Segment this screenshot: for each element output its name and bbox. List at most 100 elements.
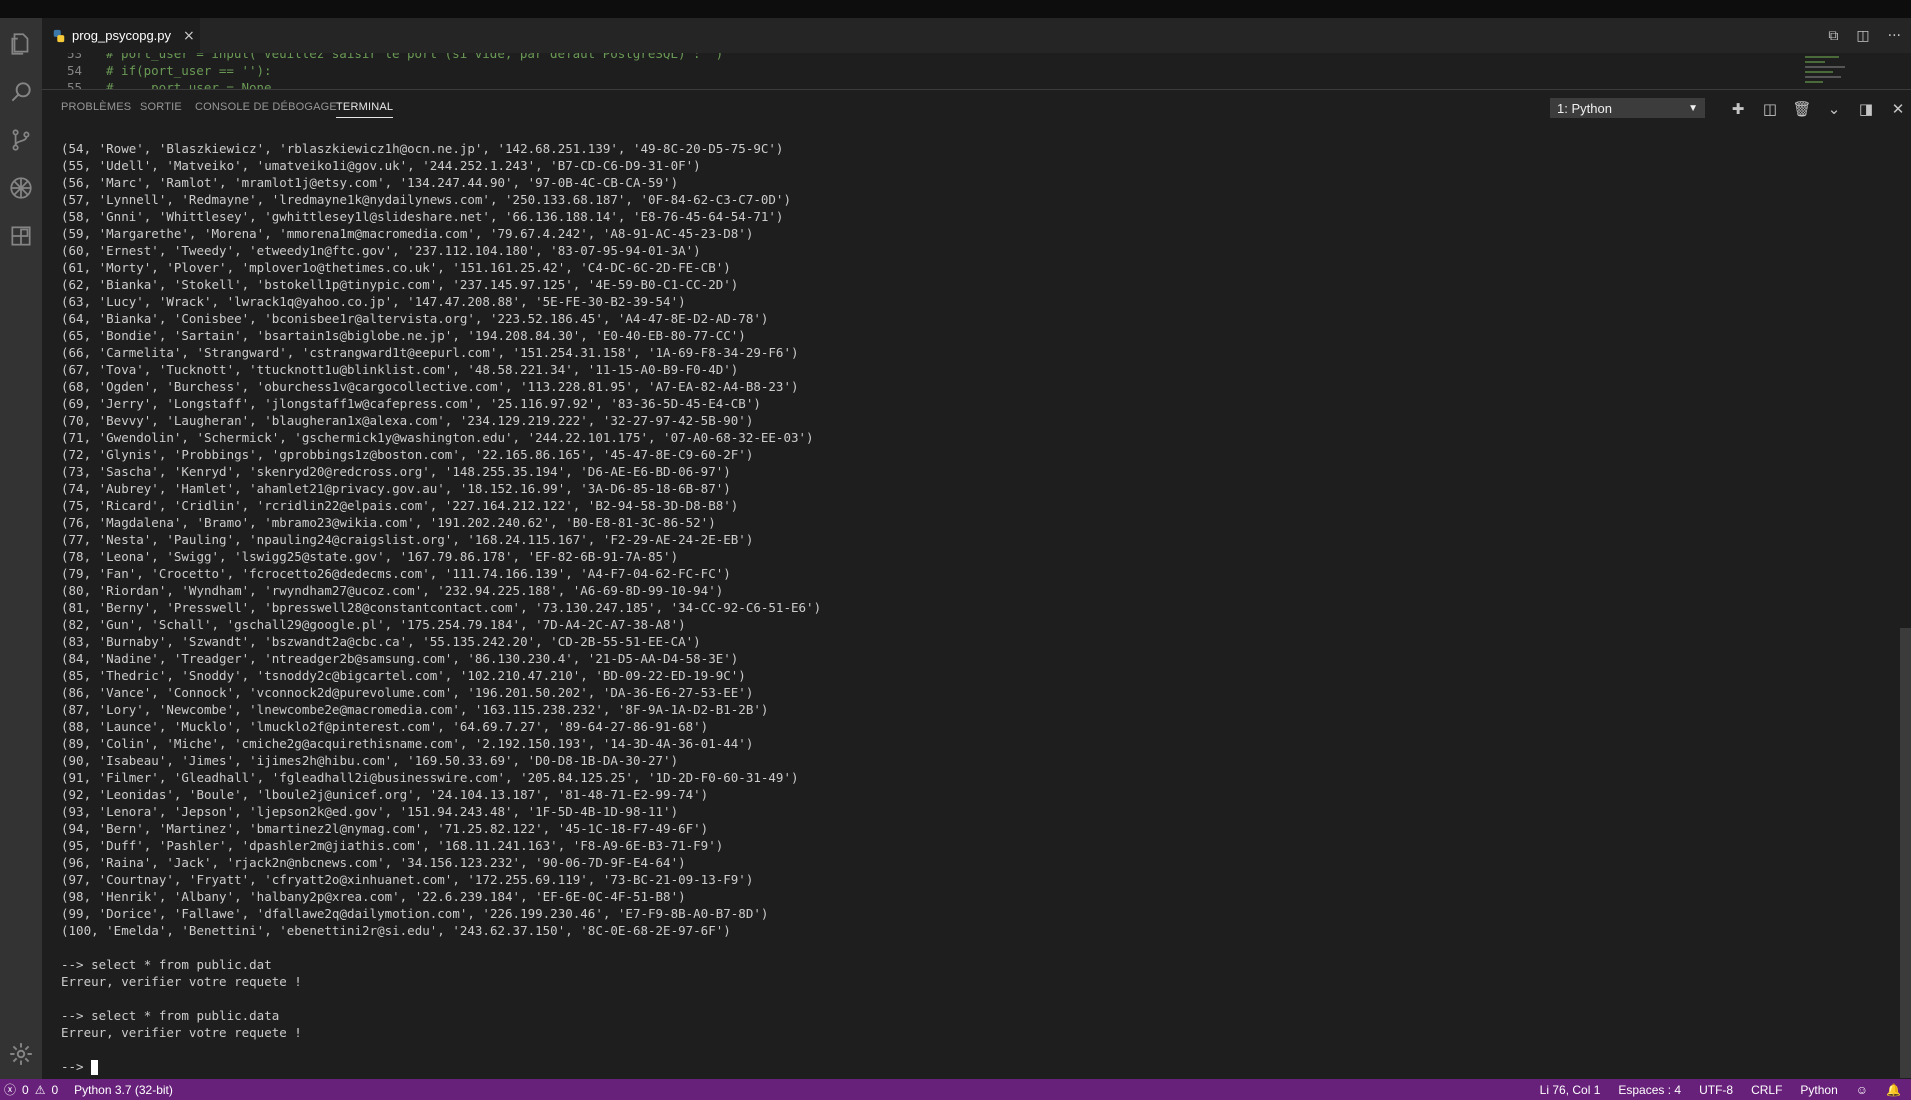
tab-debug-console[interactable]: CONSOLE DE DÉBOGAGE [195,101,337,113]
error-icon[interactable]: ⓧ [4,1081,16,1098]
feedback-icon[interactable]: ☺ [1856,1083,1868,1097]
chevron-down-icon[interactable]: ⌄ [1818,98,1850,120]
terminal-line: (66, 'Carmelita', 'Strangward', 'cstrang… [61,345,799,360]
source-control-icon[interactable] [5,124,37,156]
close-icon[interactable]: × [183,28,195,44]
new-terminal-icon[interactable]: ✚ [1722,98,1754,120]
terminal-line: (77, 'Nesta', 'Pauling', 'npauling24@cra… [61,532,754,547]
terminal-line: (74, 'Aubrey', 'Hamlet', 'ahamlet21@priv… [61,481,731,496]
terminal-line: (81, 'Berny', 'Presswell', 'bpresswell28… [61,600,822,615]
terminal-line: (55, 'Udell', 'Matveiko', 'umatveiko1i@g… [61,158,701,173]
terminal-line: (96, 'Raina', 'Jack', 'rjack2n@nbcnews.c… [61,855,686,870]
terminal-line: (97, 'Courtnay', 'Fryatt', 'cfryatt2o@xi… [61,872,754,887]
terminal-line: (79, 'Fan', 'Crocetto', 'fcrocetto26@ded… [61,566,731,581]
terminal-line: (67, 'Tova', 'Tucknott', 'ttucknott1u@bl… [61,362,739,377]
close-icon[interactable]: ✕ [1882,98,1911,120]
cursor-position[interactable]: Li 76, Col 1 [1540,1083,1601,1097]
extensions-icon[interactable] [5,220,37,252]
terminal-line: (84, 'Nadine', 'Treadger', 'ntreadger2b@… [61,651,739,666]
terminal-line: Erreur, verifier votre requete ! [61,974,302,989]
terminal-line: (72, 'Glynis', 'Probbings', 'gprobbings1… [61,447,754,462]
terminal-line: (98, 'Henrik', 'Albany', 'halbany2p@xrea… [61,889,686,904]
terminal-prompt-line[interactable]: --> [61,1058,1891,1075]
tab-prog-psycopg[interactable]: prog_psycopg.py × [42,18,200,53]
terminal-line: (59, 'Margarethe', 'Morena', 'mmorena1m@… [61,226,754,241]
terminal-prompt: --> [61,1059,92,1074]
terminal-line: (86, 'Vance', 'Connock', 'vconnock2d@pur… [61,685,754,700]
gear-icon[interactable] [5,1038,37,1070]
warning-icon[interactable]: ⚠ [35,1083,46,1097]
terminal-line: (65, 'Bondie', 'Sartain', 'bsartain1s@bi… [61,328,746,343]
code-line: 53 # port_user = input('Veuillez saisir l… [66,53,724,61]
terminal-line: (69, 'Jerry', 'Longstaff', 'jlongstaff1w… [61,396,761,411]
split-editor-icon[interactable]: ◫ [1856,28,1869,44]
terminal-line: (78, 'Leona', 'Swigg', 'lswigg25@state.g… [61,549,679,564]
terminal-line: --> select * from public.dat [61,957,272,972]
terminal-line: (87, 'Lory', 'Newcombe', 'lnewcombe2e@ma… [61,702,769,717]
editor-tab-bar: prog_psycopg.py × ⧉ ◫ ··· [42,18,1911,53]
encoding[interactable]: UTF-8 [1699,1083,1733,1097]
language-mode[interactable]: Python [1800,1083,1837,1097]
terminal-line: (62, 'Bianka', 'Stokell', 'bstokell1p@ti… [61,277,739,292]
open-changes-icon[interactable]: ⧉ [1828,28,1838,44]
terminal-line: (71, 'Gwendolin', 'Schermick', 'gschermi… [61,430,814,445]
explorer-icon[interactable] [5,28,37,60]
tab-output[interactable]: SORTIE [140,101,182,113]
terminal-output[interactable]: (54, 'Rowe', 'Blaszkiewicz', 'rblaszkiew… [61,140,1891,1080]
terminal-line: (70, 'Bevvy', 'Laugheran', 'blaugheran1x… [61,413,754,428]
terminal-line: (93, 'Lenora', 'Jepson', 'ljepson2k@ed.g… [61,804,679,819]
error-count[interactable]: 0 [22,1083,29,1097]
terminal-line: (85, 'Thedric', 'Snoddy', 'tsnoddy2c@big… [61,668,746,683]
chevron-down-icon: ▼ [1688,103,1698,114]
terminal-line: (100, 'Emelda', 'Benettini', 'ebenettini… [61,923,731,938]
terminal-select-value: 1: Python [1557,101,1612,116]
maximize-panel-icon[interactable]: ◨ [1850,98,1882,120]
tab-label: prog_psycopg.py [72,28,172,43]
terminal-line: (94, 'Bern', 'Martinez', 'bmartinez2l@ny… [61,821,709,836]
search-icon[interactable] [5,76,37,108]
trash-icon[interactable]: 🗑 [1786,98,1818,120]
line-ending[interactable]: CRLF [1751,1083,1782,1097]
status-bar: ⓧ 0 ⚠ 0 Python 3.7 (32-bit) Li 76, Col 1… [0,1079,1911,1100]
debug-icon[interactable] [5,172,37,204]
terminal-line: (68, 'Ogden', 'Burchess', 'oburchess1v@c… [61,379,799,394]
terminal-line: Erreur, verifier votre requete ! [61,1025,302,1040]
terminal-select[interactable]: 1: Python ▼ [1550,98,1705,118]
terminal-line: (99, 'Dorice', 'Fallawe', 'dfallawe2q@da… [61,906,769,921]
code-editor[interactable]: 53 # port_user = input('Veuillez saisir l… [42,53,1911,89]
terminal-line: (76, 'Magdalena', 'Bramo', 'mbramo23@wik… [61,515,716,530]
terminal-line: (73, 'Sascha', 'Kenryd', 'skenryd20@redc… [61,464,731,479]
terminal-line: (88, 'Launce', 'Mucklo', 'lmucklo2f@pint… [61,719,709,734]
more-actions-icon[interactable]: ··· [1888,28,1901,44]
terminal-line: (95, 'Duff', 'Pashler', 'dpashler2m@jiat… [61,838,724,853]
terminal-line: (90, 'Isabeau', 'Jimes', 'ijimes2h@hibu.… [61,753,679,768]
python-file-icon [53,29,65,42]
terminal-line: (54, 'Rowe', 'Blaszkiewicz', 'rblaszkiew… [61,141,784,156]
terminal-line: (89, 'Colin', 'Miche', 'cmiche2g@acquire… [61,736,754,751]
activity-bar [0,18,42,1079]
terminal-line: (63, 'Lucy', 'Wrack', 'lwrack1q@yahoo.co… [61,294,686,309]
warning-count[interactable]: 0 [51,1083,58,1097]
terminal-scrollbar[interactable] [1900,628,1911,1078]
split-terminal-icon[interactable]: ◫ [1754,98,1786,120]
terminal-line: (75, 'Ricard', 'Cridlin', 'rcridlin22@el… [61,498,739,513]
python-interpreter[interactable]: Python 3.7 (32-bit) [74,1083,173,1097]
indentation[interactable]: Espaces : 4 [1618,1083,1681,1097]
terminal-line: (91, 'Filmer', 'Gleadhall', 'fgleadhall2… [61,770,799,785]
panel-header: PROBLÈMES SORTIE CONSOLE DE DÉBOGAGE TER… [42,89,1911,127]
terminal-line: (82, 'Gun', 'Schall', 'gschall29@google.… [61,617,686,632]
terminal-line: (80, 'Riordan', 'Wyndham', 'rwyndham27@u… [61,583,724,598]
code-line: 54 # if(port_user == ''): [66,63,272,78]
bell-icon[interactable]: 🔔 [1886,1083,1901,1097]
terminal-line: (58, 'Gnni', 'Whittlesey', 'gwhittlesey1… [61,209,784,224]
terminal-line: (60, 'Ernest', 'Tweedy', 'etweedy1n@ftc.… [61,243,701,258]
minimap[interactable] [1795,53,1895,89]
terminal-line: (57, 'Lynnell', 'Redmayne', 'lredmayne1k… [61,192,791,207]
tab-problems[interactable]: PROBLÈMES [61,101,131,113]
terminal-line: (56, 'Marc', 'Ramlot', 'mramlot1j@etsy.c… [61,175,679,190]
code-line: 55 # port_user = None [66,80,272,89]
tab-terminal[interactable]: TERMINAL [336,101,394,118]
